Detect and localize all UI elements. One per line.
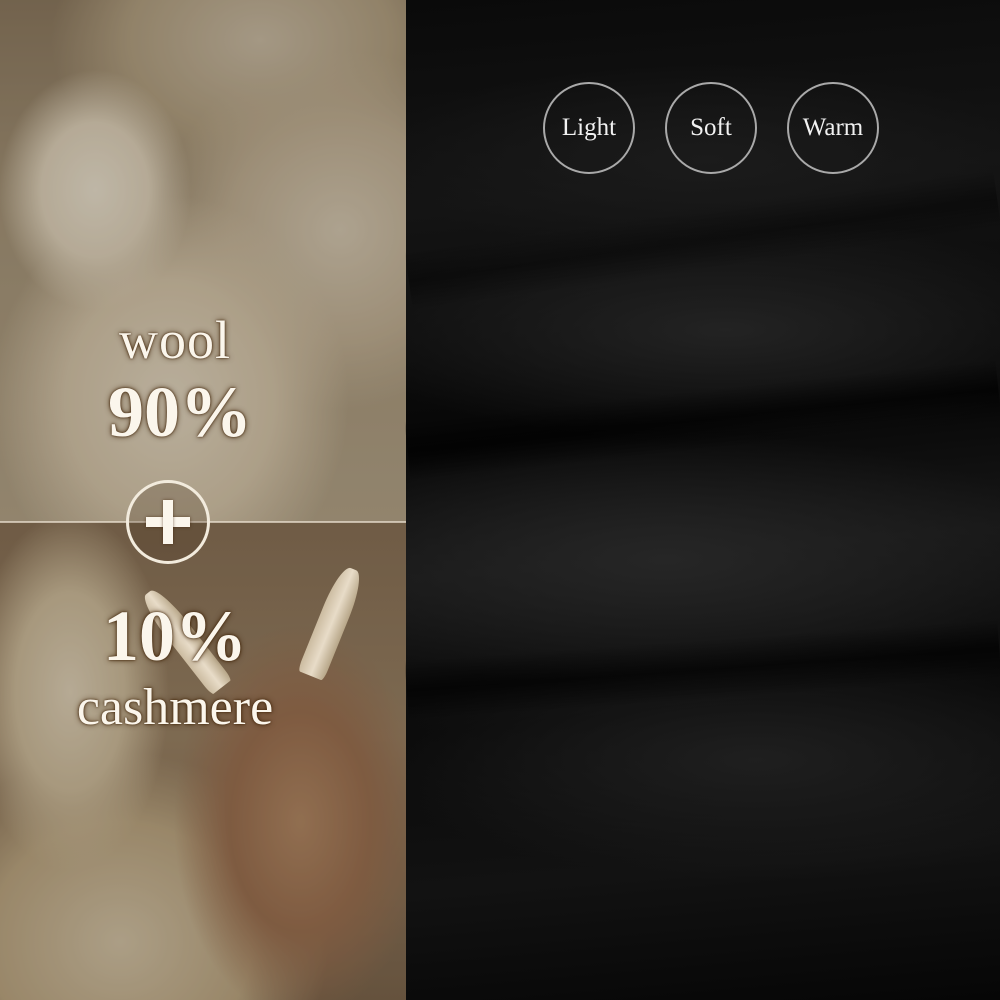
fabric-fold — [404, 619, 1000, 721]
fabric-fold — [404, 359, 1000, 481]
wool-percentage: 90% — [108, 372, 252, 452]
fabric-fold — [404, 168, 1000, 312]
feature-badge-light: Light — [543, 82, 635, 174]
cashmere-label: cashmere — [76, 679, 274, 736]
fabric-photo-panel: Light Soft Warm — [404, 0, 1000, 1000]
cashmere-percentage: 10% — [103, 596, 247, 676]
plus-icon — [126, 480, 210, 564]
feature-badge-warm: Warm — [787, 82, 879, 174]
feature-badge-soft: Soft — [665, 82, 757, 174]
material-photo-panel: wool 90% 10% cashmere — [0, 0, 406, 1000]
product-banner: wool 90% 10% cashmere Light Soft Warm — [0, 0, 1000, 1000]
wool-label: wool — [119, 310, 231, 370]
